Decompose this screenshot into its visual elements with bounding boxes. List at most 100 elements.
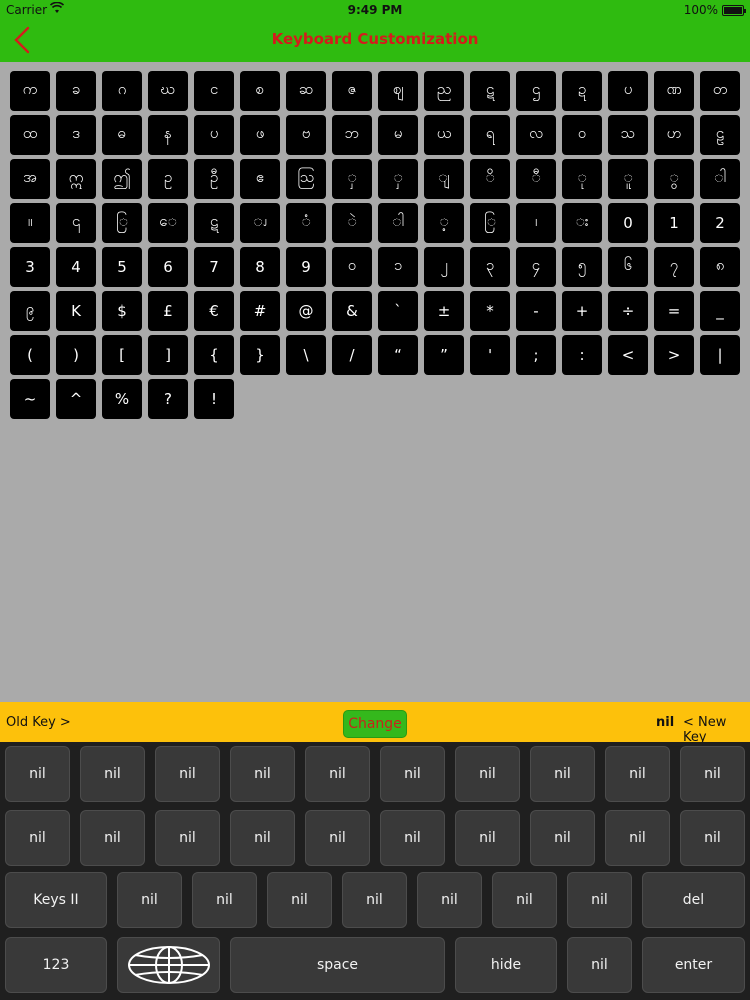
nil-key[interactable]: nil [305, 746, 370, 802]
character-key[interactable]: ည [424, 71, 464, 111]
character-key[interactable]: ပ [194, 115, 234, 155]
nil-key[interactable]: nil [230, 810, 295, 866]
character-key[interactable]: င [194, 71, 234, 111]
character-key[interactable]: ] [148, 335, 188, 375]
character-key[interactable]: 7 [194, 247, 234, 287]
globe-key[interactable] [117, 937, 220, 993]
character-key[interactable]: * [470, 291, 510, 331]
character-key[interactable]: ါ [700, 159, 740, 199]
character-key[interactable]: 6 [148, 247, 188, 287]
character-key[interactable]: ၎ [56, 203, 96, 243]
character-key[interactable]: ြ [102, 203, 142, 243]
nil-key[interactable]: nil [155, 810, 220, 866]
nil-key[interactable]: nil [605, 746, 670, 802]
character-key[interactable]: ၪ [240, 203, 280, 243]
nil-key[interactable]: nil [567, 872, 632, 928]
character-key[interactable]: ဒ [56, 115, 96, 155]
character-key[interactable]: ခ [56, 71, 96, 111]
character-key[interactable]: : [562, 335, 602, 375]
nil-key[interactable]: nil [5, 746, 70, 802]
character-key[interactable]: & [332, 291, 372, 331]
character-key[interactable]: < [608, 335, 648, 375]
character-key[interactable]: ! [194, 379, 234, 419]
character-key[interactable]: ” [424, 335, 464, 375]
character-key[interactable]: ၉ [10, 291, 50, 331]
character-key[interactable]: တ [700, 71, 740, 111]
character-key[interactable]: ) [56, 335, 96, 375]
character-key[interactable]: ီ [516, 159, 556, 199]
nil-key[interactable]: nil [267, 872, 332, 928]
character-key[interactable]: ဠ [700, 115, 740, 155]
character-key[interactable]: ဋ [470, 71, 510, 111]
character-key[interactable]: ှ [378, 159, 418, 199]
nil-key[interactable]: nil [530, 810, 595, 866]
nil-key[interactable]: nil [417, 872, 482, 928]
nil-key[interactable]: nil [380, 746, 445, 802]
character-key[interactable]: 9 [286, 247, 326, 287]
nil-key[interactable]: nil [230, 746, 295, 802]
character-key[interactable]: ဓ [102, 115, 142, 155]
character-key[interactable]: ဩ [286, 159, 326, 199]
character-key[interactable]: $ [102, 291, 142, 331]
character-key[interactable]: ံ [286, 203, 326, 243]
character-key[interactable]: ဈ [378, 71, 418, 111]
nil-key[interactable]: nil [192, 872, 257, 928]
character-key[interactable]: 4 [56, 247, 96, 287]
character-key[interactable]: 8 [240, 247, 280, 287]
nil-key[interactable]: nil [80, 810, 145, 866]
nil-key[interactable]: nil [455, 746, 520, 802]
character-key[interactable]: ဗ [286, 115, 326, 155]
character-key[interactable]: ( [10, 335, 50, 375]
character-key[interactable]: + [562, 291, 602, 331]
character-key[interactable]: ဘ [332, 115, 372, 155]
character-key[interactable]: ု [562, 159, 602, 199]
nil-key[interactable]: nil [680, 746, 745, 802]
character-key[interactable]: 3 [10, 247, 50, 287]
character-key[interactable]: ဖ [240, 115, 280, 155]
character-key[interactable]: = [654, 291, 694, 331]
character-key[interactable]: ~ [10, 379, 50, 419]
character-key[interactable]: 2 [700, 203, 740, 243]
delete-key[interactable]: del [642, 872, 745, 928]
character-key[interactable]: @ [286, 291, 326, 331]
character-key[interactable]: ိ [470, 159, 510, 199]
character-key[interactable]: ' [470, 335, 510, 375]
character-key[interactable]: 5 [102, 247, 142, 287]
character-key[interactable]: # [240, 291, 280, 331]
enter-key[interactable]: enter [642, 937, 745, 993]
character-key[interactable]: £ [148, 291, 188, 331]
character-key[interactable]: ၀ [332, 247, 372, 287]
character-key[interactable]: ယ [424, 115, 464, 155]
character-key[interactable]: | [700, 335, 740, 375]
space-key[interactable]: space [230, 937, 445, 993]
nil-key[interactable]: nil [5, 810, 70, 866]
character-key[interactable]: ၅ [562, 247, 602, 287]
nil-key[interactable]: nil [342, 872, 407, 928]
character-key[interactable]: 1 [654, 203, 694, 243]
character-key[interactable]: ÷ [608, 291, 648, 331]
character-key[interactable]: လ [516, 115, 556, 155]
keys-ii-key[interactable]: Keys II [5, 872, 107, 928]
character-key[interactable]: န [148, 115, 188, 155]
character-key[interactable]: ; [516, 335, 556, 375]
nil-key[interactable]: nil [455, 810, 520, 866]
nil-key[interactable]: nil [530, 746, 595, 802]
character-key[interactable]: [ [102, 335, 142, 375]
character-key[interactable]: ရ [470, 115, 510, 155]
character-key[interactable]: ဟ [654, 115, 694, 155]
character-key[interactable]: € [194, 291, 234, 331]
change-button[interactable]: Change [343, 710, 407, 738]
nil-key[interactable]: nil [605, 810, 670, 866]
character-key[interactable]: ဌ [516, 71, 556, 111]
nil-key[interactable]: nil [567, 937, 632, 993]
character-key[interactable]: / [332, 335, 372, 375]
hide-key[interactable]: hide [455, 937, 557, 993]
character-key[interactable]: ± [424, 291, 464, 331]
character-key[interactable]: ြ [470, 203, 510, 243]
character-key[interactable]: စ [240, 71, 280, 111]
character-key[interactable]: ့ [424, 203, 464, 243]
numbers-key[interactable]: 123 [5, 937, 107, 993]
character-key[interactable]: ၊ [516, 203, 556, 243]
character-key[interactable]: ? [148, 379, 188, 419]
character-key[interactable]: K [56, 291, 96, 331]
